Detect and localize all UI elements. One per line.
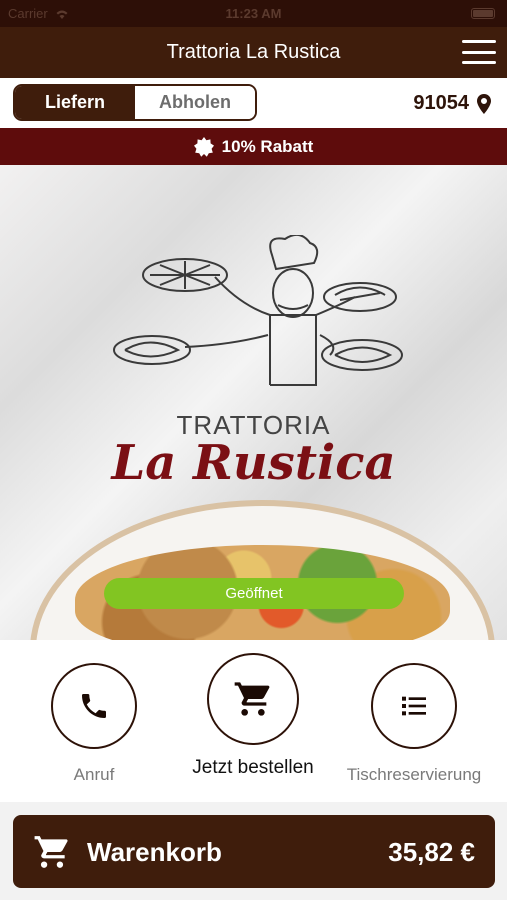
status-time: 11:23 AM [225,6,282,21]
promo-banner[interactable]: 10% Rabatt [0,128,507,165]
call-action[interactable]: Anruf [9,640,179,785]
hamburger-menu-button[interactable] [461,37,497,67]
cart-total: 35,82 € [388,837,475,867]
status-bar: Carrier 11:23 AM [0,0,507,27]
menu-line [462,40,496,43]
cart-icon [34,836,68,868]
order-now-button[interactable] [207,653,299,745]
reservation-button[interactable] [371,663,457,749]
reservation-label: Tischreservierung [346,765,482,784]
cart-button[interactable]: Warenkorb 35,82 € [13,815,495,888]
zip-code: 91054 [413,92,469,114]
promo-text: 10% Rabatt [221,136,314,156]
call-label: Anruf [73,765,115,784]
delivery-mode-toggle: Liefern Abholen [13,84,257,121]
page-title: Trattoria La Rustica [166,41,341,63]
order-action[interactable]: Jetzt bestellen [168,640,338,779]
nav-bar: Trattoria La Rustica [0,27,507,78]
location-selector[interactable]: 91054 [413,92,491,115]
location-pin-icon [477,93,491,114]
mode-option-abholen[interactable]: Abholen [135,86,255,119]
menu-line [462,50,496,54]
battery-icon [471,8,495,19]
cart-label: Warenkorb [87,837,222,867]
menu-line [462,61,496,64]
delivery-mode-row: Liefern Abholen 91054 [0,78,507,128]
quick-actions: Anruf Jetzt bestellen Tischreservierung [0,640,507,802]
list-icon [402,696,426,716]
discount-badge-icon [193,136,214,157]
phone-icon [82,694,106,718]
cart-icon [234,682,270,716]
order-now-label: Jetzt bestellen [192,757,314,778]
open-status-badge: Geöffnet [104,578,404,609]
logo-script-line: La Rustica [111,435,396,491]
mode-option-liefern[interactable]: Liefern [15,86,135,119]
call-button[interactable] [51,663,137,749]
hero-banner: TRATTORIA La Rustica [0,165,507,640]
reservation-action[interactable]: Tischreservierung [329,640,499,785]
